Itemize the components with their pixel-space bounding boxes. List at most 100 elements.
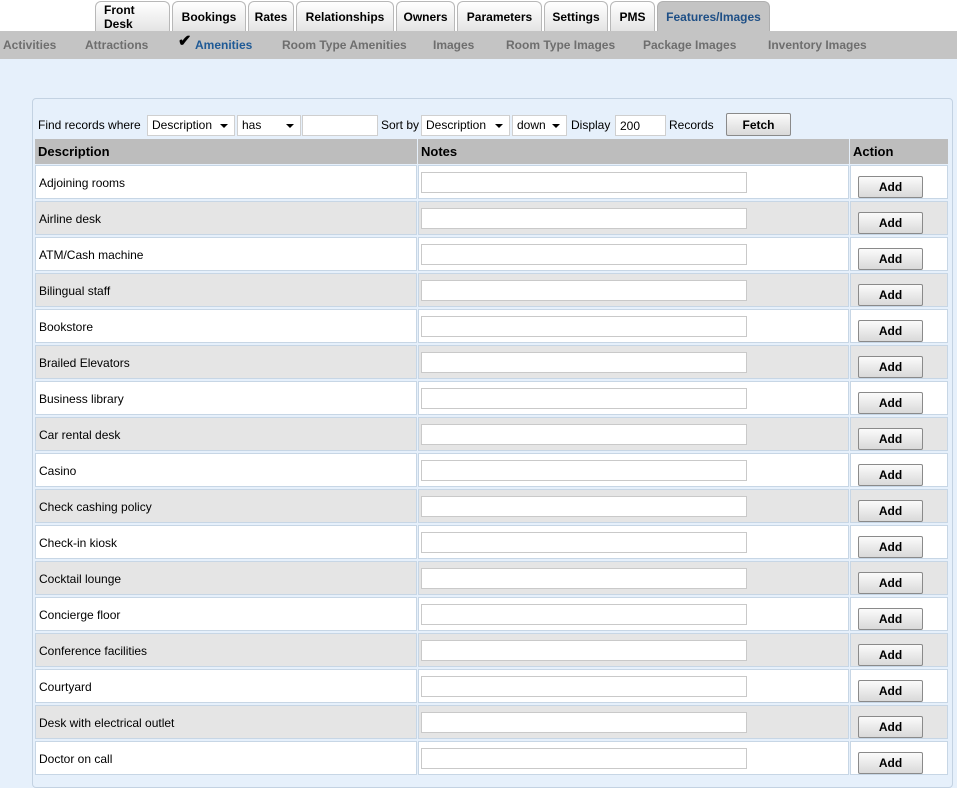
notes-input[interactable] — [421, 316, 747, 337]
amenity-description: Check cashing policy — [39, 500, 152, 514]
amenity-description: Business library — [39, 392, 124, 406]
tab-bookings[interactable]: Bookings — [172, 1, 246, 31]
table-row: Conference facilities Add — [35, 633, 948, 669]
add-button[interactable]: Add — [858, 536, 923, 558]
subnav-activities[interactable]: Activities — [3, 31, 56, 59]
amenity-description: Conference facilities — [39, 644, 148, 658]
subnav-amenities[interactable]: ✔ Amenities — [178, 31, 252, 59]
notes-cell — [418, 237, 849, 271]
amenity-description: Doctor on call — [39, 752, 113, 766]
notes-input[interactable] — [421, 568, 747, 589]
description-cell: Concierge floor — [35, 597, 417, 631]
notes-cell — [418, 417, 849, 451]
header-notes-label: Notes — [421, 144, 458, 159]
action-cell: Add — [850, 561, 948, 595]
add-button[interactable]: Add — [858, 644, 923, 666]
add-button[interactable]: Add — [858, 428, 923, 450]
table-row: Check cashing policy Add — [35, 489, 948, 525]
add-button[interactable]: Add — [858, 356, 923, 378]
add-button[interactable]: Add — [858, 212, 923, 234]
search-input[interactable] — [302, 115, 378, 136]
tab-settings[interactable]: Settings — [544, 1, 608, 31]
sort-field-select[interactable]: Description — [421, 115, 510, 136]
action-cell: Add — [850, 201, 948, 235]
notes-input[interactable] — [421, 676, 747, 697]
notes-cell — [418, 165, 849, 199]
subnav-images[interactable]: Images — [433, 31, 474, 59]
tab-owners[interactable]: Owners — [396, 1, 455, 31]
checkmark-icon: ✔ — [178, 33, 192, 50]
action-cell: Add — [850, 165, 948, 199]
add-button[interactable]: Add — [858, 500, 923, 522]
subnav-inventory-images[interactable]: Inventory Images — [768, 31, 867, 59]
operator-select-value: has — [242, 118, 262, 132]
add-button[interactable]: Add — [858, 680, 923, 702]
operator-select[interactable]: has — [237, 115, 301, 136]
add-button[interactable]: Add — [858, 572, 923, 594]
description-cell: Airline desk — [35, 201, 417, 235]
notes-input[interactable] — [421, 424, 747, 445]
table-row: Doctor on call Add — [35, 741, 948, 777]
display-count-input[interactable] — [615, 115, 666, 136]
notes-input[interactable] — [421, 388, 747, 409]
add-button[interactable]: Add — [858, 248, 923, 270]
notes-input[interactable] — [421, 748, 747, 769]
table-row: Casino Add — [35, 453, 948, 489]
add-button[interactable]: Add — [858, 284, 923, 306]
notes-input[interactable] — [421, 496, 747, 517]
description-cell: Desk with electrical outlet — [35, 705, 417, 739]
action-cell: Add — [850, 525, 948, 559]
tab-features-images[interactable]: Features/Images — [657, 1, 770, 31]
table-row: Concierge floor Add — [35, 597, 948, 633]
chevron-down-icon — [286, 124, 294, 128]
tab-parameters[interactable]: Parameters — [457, 1, 542, 31]
add-button[interactable]: Add — [858, 320, 923, 342]
subnav-package-images[interactable]: Package Images — [643, 31, 736, 59]
amenity-description: ATM/Cash machine — [39, 248, 144, 262]
display-label: Display — [571, 118, 611, 132]
sort-direction-select[interactable]: down — [512, 115, 567, 136]
tab-rates[interactable]: Rates — [248, 1, 294, 31]
notes-input[interactable] — [421, 352, 747, 373]
add-button[interactable]: Add — [858, 608, 923, 630]
table-row: Courtyard Add — [35, 669, 948, 705]
amenity-description: Bilingual staff — [39, 284, 111, 298]
tab-relationships[interactable]: Relationships — [296, 1, 394, 31]
header-action: Action — [850, 139, 948, 164]
notes-input[interactable] — [421, 280, 747, 301]
tab-pms[interactable]: PMS — [610, 1, 655, 31]
action-cell: Add — [850, 633, 948, 667]
field-select[interactable]: Description — [147, 115, 235, 136]
subnav-label: Attractions — [85, 38, 149, 52]
subnav-label: Images — [433, 38, 475, 52]
notes-cell — [418, 489, 849, 523]
action-cell: Add — [850, 489, 948, 523]
subnav-room-type-images[interactable]: Room Type Images — [506, 31, 615, 59]
fetch-button[interactable]: Fetch — [726, 113, 791, 136]
amenity-description: Bookstore — [39, 320, 94, 334]
notes-input[interactable] — [421, 172, 747, 193]
header-notes: Notes — [418, 139, 849, 164]
amenity-description: Check-in kiosk — [39, 536, 118, 550]
description-cell: Check cashing policy — [35, 489, 417, 523]
add-button[interactable]: Add — [858, 464, 923, 486]
filter-bar: Find records where Description has Sort … — [38, 113, 950, 137]
table-row: Desk with electrical outlet Add — [35, 705, 948, 741]
notes-input[interactable] — [421, 532, 747, 553]
subnav-room-type-amenities[interactable]: Room Type Amenities — [282, 31, 407, 59]
notes-input[interactable] — [421, 640, 747, 661]
subnav-attractions[interactable]: Attractions — [85, 31, 148, 59]
description-cell: Bookstore — [35, 309, 417, 343]
notes-input[interactable] — [421, 460, 747, 481]
add-button[interactable]: Add — [858, 716, 923, 738]
action-cell: Add — [850, 309, 948, 343]
table-row: Business library Add — [35, 381, 948, 417]
notes-input[interactable] — [421, 712, 747, 733]
notes-input[interactable] — [421, 244, 747, 265]
add-button[interactable]: Add — [858, 392, 923, 414]
notes-input[interactable] — [421, 604, 747, 625]
add-button[interactable]: Add — [858, 752, 923, 774]
add-button[interactable]: Add — [858, 176, 923, 198]
notes-input[interactable] — [421, 208, 747, 229]
tab-front-desk[interactable]: Front Desk — [95, 1, 170, 31]
